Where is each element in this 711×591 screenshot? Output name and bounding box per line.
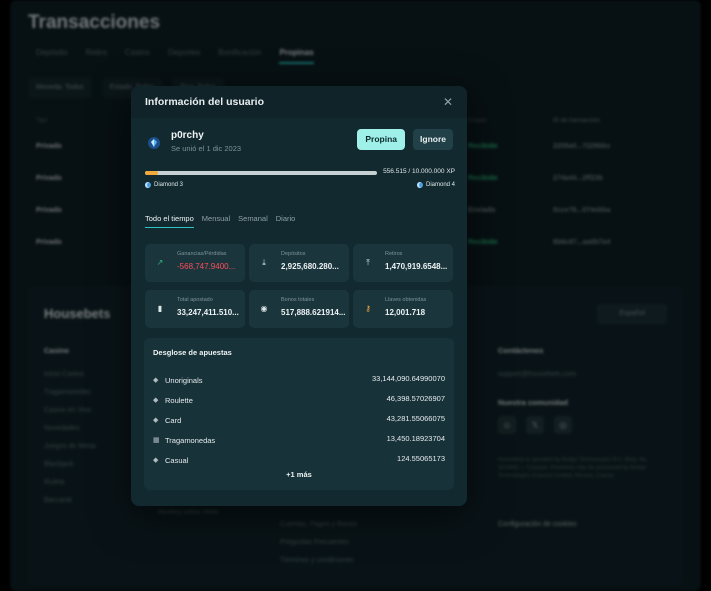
- stat-value: 517,888.621914...: [281, 308, 345, 317]
- stat-card-keys: ⚷ Llaves obtenidas 12,001.718: [353, 290, 453, 328]
- breakdown-category: ◆ Roulette: [153, 394, 193, 406]
- breakdown-title: Desglose de apuestas: [153, 348, 232, 357]
- stat-label: Llaves obtenidas: [385, 297, 427, 303]
- diamond-icon: ◆: [153, 457, 159, 464]
- xp-text: 556.515 / 10.000.000 XP: [383, 168, 455, 175]
- breakdown-category: ◆ Unoriginals: [153, 374, 203, 386]
- diamond-icon: [145, 182, 151, 188]
- upload-icon: ⤒: [366, 258, 370, 267]
- stat-label: Retiros: [385, 251, 403, 257]
- close-icon[interactable]: ✕: [443, 95, 453, 109]
- breakdown-category: ◆ Card: [153, 414, 181, 426]
- tab-daily[interactable]: Diario: [276, 214, 296, 228]
- category-value: 13,450.18923704: [386, 434, 445, 443]
- diamond-icon: [416, 182, 423, 188]
- user-summary: p0rchy Se unió el 1 dic 2023 Propina Ign…: [145, 128, 453, 158]
- stat-value: 2,925,680.280...: [281, 262, 339, 271]
- category-name: Casual: [165, 455, 189, 465]
- current-level: Diamond 3: [145, 182, 183, 188]
- modal-header: Información del usuario ✕: [131, 86, 467, 118]
- list-item: ◆ Roulette 46,398.57026907: [153, 394, 445, 406]
- next-level: Diamond 4: [416, 182, 455, 188]
- bar-chart-icon: ▮: [157, 304, 163, 313]
- ignore-button[interactable]: Ignore: [413, 129, 453, 150]
- stat-value: 12,001.718: [385, 308, 426, 317]
- period-tabs: Todo el tiempo Mensual Semanal Diario: [145, 214, 295, 228]
- stat-value: -568,747.9400...: [177, 262, 236, 271]
- current-level-label: Diamond 3: [154, 182, 184, 188]
- xp-progress-bar: [145, 171, 377, 175]
- list-item: ◆ Unoriginals 33,144,090.64990070: [153, 374, 445, 386]
- tab-weekly[interactable]: Semanal: [238, 214, 268, 228]
- diamond-rank-icon: [148, 137, 160, 149]
- category-value: 46,398.57026907: [386, 394, 445, 403]
- breakdown-category: ▦ Tragamonedas: [153, 434, 215, 446]
- stat-label: Depósitos: [281, 251, 306, 257]
- username: p0rchy: [171, 130, 204, 141]
- xp-progress-fill: [145, 171, 158, 175]
- stat-label: Ganancias/Pérdidas: [177, 251, 227, 257]
- stat-value: 1,470,919.6548...: [385, 262, 448, 271]
- tab-all-time[interactable]: Todo el tiempo: [145, 214, 194, 228]
- slot-icon: ▦: [153, 437, 160, 444]
- join-date: Se unió el 1 dic 2023: [171, 144, 242, 153]
- stat-card-total-wagered: ▮ Total apostado 33,247,411.510...: [145, 290, 245, 328]
- trend-icon: ↗: [156, 258, 164, 267]
- download-icon: ⤓: [262, 258, 266, 267]
- category-value: 124.55065173: [397, 454, 445, 463]
- list-item: ◆ Casual 124.55065173: [153, 454, 445, 466]
- diamond-icon: ◆: [153, 417, 159, 424]
- list-item: ▦ Tragamonedas 13,450.18923704: [153, 434, 445, 446]
- key-icon: ⚷: [365, 304, 371, 313]
- stat-label: Total apostado: [177, 297, 213, 303]
- tab-monthly[interactable]: Mensual: [202, 214, 230, 228]
- tip-button[interactable]: Propina: [357, 129, 405, 150]
- stat-card-deposits: ⤓ Depósitos 2,925,680.280...: [249, 244, 349, 282]
- stat-card-withdrawals: ⤒ Retiros 1,470,919.6548...: [353, 244, 453, 282]
- show-more-button[interactable]: +1 más: [144, 470, 454, 479]
- breakdown-category: ◆ Casual: [153, 454, 188, 466]
- category-value: 33,144,090.64990070: [372, 374, 445, 383]
- category-name: Unoriginals: [165, 375, 203, 385]
- stats-grid: ↗ Ganancias/Pérdidas -568,747.9400... ⤓ …: [145, 244, 453, 328]
- category-name: Card: [165, 415, 182, 425]
- stat-label: Bonos totales: [281, 297, 315, 303]
- bet-breakdown: Desglose de apuestas ◆ Unoriginals 33,144…: [144, 338, 454, 490]
- list-item: ◆ Card 43,281.55066075: [153, 414, 445, 426]
- modal-title: Información del usuario: [145, 96, 265, 108]
- category-value: 43,281.55066075: [386, 414, 445, 423]
- stat-value: 33,247,411.510...: [177, 308, 239, 317]
- stat-card-total-bonuses: ◉ Bonos totales 517,888.621914...: [249, 290, 349, 328]
- stat-card-profit-loss: ↗ Ganancias/Pérdidas -568,747.9400...: [145, 244, 245, 282]
- bonus-icon: ◉: [260, 304, 268, 313]
- category-name: Roulette: [165, 395, 193, 405]
- diamond-icon: ◆: [153, 397, 159, 404]
- diamond-icon: ◆: [153, 377, 159, 384]
- category-name: Tragamonedas: [165, 435, 216, 445]
- next-level-label: Diamond 4: [425, 182, 455, 188]
- user-info-modal: Información del usuario ✕ p0rchy Se unió…: [131, 86, 467, 506]
